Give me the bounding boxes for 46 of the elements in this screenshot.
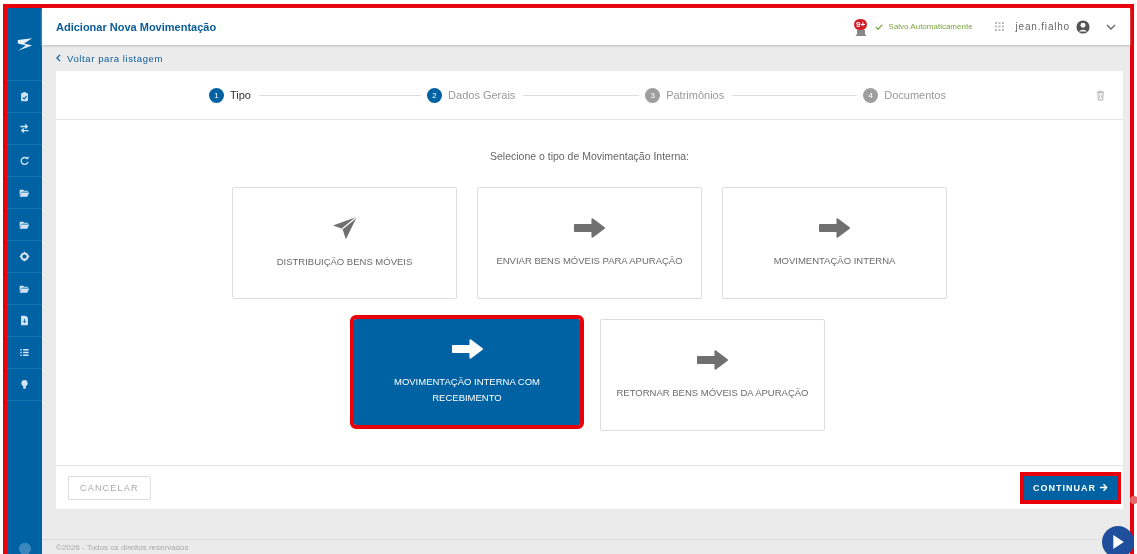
type-option-card[interactable]: MOVIMENTAÇÃO INTERNA [722, 187, 947, 299]
paper-plane-icon [331, 216, 358, 240]
step-label[interactable]: Documentos [884, 89, 946, 101]
folder-icon[interactable] [19, 187, 30, 198]
type-option-card[interactable]: ENVIAR BENS MÓVEIS PARA APURAÇÃO [477, 187, 702, 299]
user-avatar-icon[interactable] [1076, 19, 1090, 34]
arrow-right-icon [450, 338, 484, 360]
check-icon [874, 22, 883, 31]
chevron-down-icon[interactable] [1106, 23, 1116, 30]
username[interactable]: jean.fialho [1015, 21, 1070, 32]
arrow-right-icon [696, 349, 729, 371]
chat-badge [1130, 496, 1137, 504]
step-label[interactable]: Tipo [230, 89, 251, 101]
settings-icon[interactable] [19, 251, 30, 262]
step-label[interactable]: Patrimônios [666, 89, 725, 101]
logo-icon [15, 36, 34, 52]
back-link[interactable]: Voltar para listagem [42, 45, 1130, 71]
option-label: MOVIMENTAÇÃO INTERNA [772, 254, 897, 268]
list-icon[interactable] [19, 347, 30, 358]
step-number: 3 [645, 87, 661, 103]
lightbulb-icon[interactable] [19, 379, 30, 390]
file-icon[interactable] [19, 315, 30, 326]
arrow-right-icon [818, 217, 851, 239]
arrow-right-icon [573, 217, 606, 239]
step-number: 2 [427, 87, 443, 103]
page-title: Adicionar Nova Movimentação [56, 20, 218, 33]
arrow-right-icon [1099, 483, 1108, 492]
option-label: MOVIMENTAÇÃO INTERNA COM RECEBIMENTO [393, 375, 541, 405]
chevron-left-icon [56, 54, 61, 62]
exchange-icon[interactable] [19, 123, 30, 134]
option-label: RETORNAR BENS MÓVEIS DA APURAÇÃO [615, 386, 810, 400]
type-option-card[interactable]: RETORNAR BENS MÓVEIS DA APURAÇÃO [600, 319, 825, 431]
type-option-card[interactable]: DISTRIBUIÇÃO BENS MÓVEIS [232, 187, 457, 299]
refresh-icon[interactable] [19, 155, 30, 166]
notification-badge: 9+ [854, 18, 868, 30]
option-label: DISTRIBUIÇÃO BENS MÓVEIS [275, 255, 414, 269]
option-label: ENVIAR BENS MÓVEIS PARA APURAÇÃO [495, 254, 684, 268]
folder-icon[interactable] [19, 219, 30, 230]
step-label[interactable]: Dados Gerais [448, 89, 516, 101]
play-icon [1112, 535, 1124, 549]
clipboard-icon[interactable] [19, 91, 30, 102]
step-number: 4 [863, 87, 879, 103]
save-status: Salvo Automaticamente [888, 22, 973, 31]
step-number: 1 [209, 87, 224, 103]
folder-icon[interactable] [19, 283, 30, 294]
instruction-text: Selecione o tipo de Movimentação Interna: [489, 150, 689, 162]
